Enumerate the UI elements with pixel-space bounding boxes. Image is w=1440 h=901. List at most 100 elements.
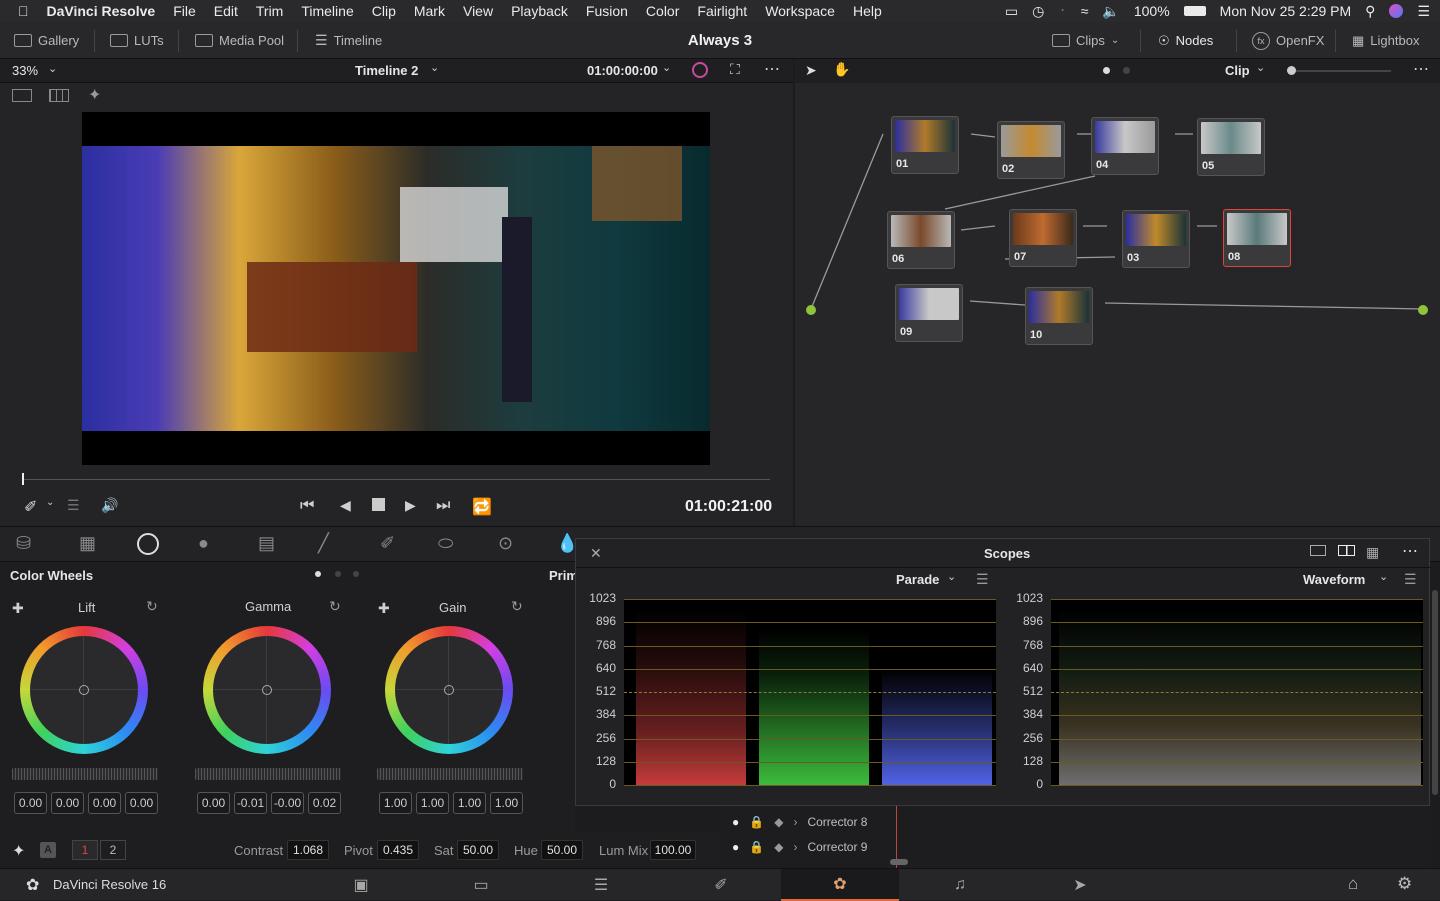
timeline-name[interactable]: Timeline 2 xyxy=(355,63,418,78)
node-05[interactable]: 05 xyxy=(1197,118,1265,176)
notification-center-icon[interactable]: ☰ xyxy=(1417,3,1430,20)
node-04[interactable]: 04 xyxy=(1091,117,1159,175)
lift-b-value[interactable]: 0.00 xyxy=(125,792,158,814)
expand-icon[interactable]: › xyxy=(793,840,797,854)
lummix-field[interactable]: 100.00 xyxy=(650,840,696,860)
video-frame[interactable] xyxy=(82,112,710,465)
battery-icon[interactable] xyxy=(1183,6,1206,16)
apple-icon[interactable]:  xyxy=(0,3,38,19)
settings-gear-icon[interactable]: ⚙ xyxy=(1397,874,1412,894)
stop-icon[interactable] xyxy=(372,498,385,511)
close-icon[interactable]: ✕ xyxy=(590,545,602,562)
expand-icon[interactable]: › xyxy=(793,815,797,829)
gain-y-value[interactable]: 1.00 xyxy=(379,792,412,814)
zoom-level[interactable]: 33% xyxy=(12,63,38,78)
nodes-button[interactable]: ☉ Nodes xyxy=(1158,22,1213,59)
fusion-page-icon[interactable]: ✐ xyxy=(662,869,780,901)
single-view-icon[interactable] xyxy=(12,89,32,102)
auto-icon[interactable]: A xyxy=(40,842,56,858)
gain-g-value[interactable]: 1.00 xyxy=(453,792,486,814)
color-wheels-icon[interactable] xyxy=(137,533,159,555)
split-view-icon[interactable] xyxy=(49,89,69,102)
motion-effects-icon[interactable]: ▤ xyxy=(258,533,275,554)
menu-app-name[interactable]: DaVinci Resolve xyxy=(38,3,165,19)
more-options-icon[interactable]: ⋯ xyxy=(764,59,780,79)
menu-fusion[interactable]: Fusion xyxy=(577,3,637,19)
clock[interactable]: Mon Nov 25 2:29 PM xyxy=(1220,3,1352,19)
lift-master-slider[interactable] xyxy=(12,768,158,780)
node-08-selected[interactable]: 08 xyxy=(1223,209,1291,267)
scrubber-bar[interactable] xyxy=(22,479,770,480)
eyedropper-chevron-icon[interactable]: ⌄ xyxy=(46,497,54,508)
media-pool-button[interactable]: Media Pool xyxy=(195,22,284,59)
node-07[interactable]: 07 xyxy=(1009,209,1077,267)
sat-field[interactable]: 50.00 xyxy=(457,840,499,860)
menu-trim[interactable]: Trim xyxy=(247,3,292,19)
speaker-icon[interactable]: 🔊 xyxy=(101,497,118,514)
menu-mark[interactable]: Mark xyxy=(405,3,454,19)
gain-b-value[interactable]: 1.00 xyxy=(490,792,523,814)
gamma-y-value[interactable]: 0.00 xyxy=(197,792,230,814)
siri-icon[interactable] xyxy=(1389,4,1404,18)
lift-y-value[interactable]: 0.00 xyxy=(14,792,47,814)
menu-color[interactable]: Color xyxy=(637,3,688,19)
right-scope-mode[interactable]: Waveform xyxy=(1303,572,1365,587)
bluetooth-icon[interactable]: ᛫ xyxy=(1058,3,1066,19)
play-icon[interactable]: ▶ xyxy=(405,497,416,514)
gamma-b-value[interactable]: 0.02 xyxy=(308,792,341,814)
gain-master-slider[interactable] xyxy=(377,768,523,780)
menu-clip[interactable]: Clip xyxy=(363,3,405,19)
lock-icon[interactable]: 🔒 xyxy=(749,815,764,829)
timecode-in[interactable]: 01:00:00:00 xyxy=(587,63,658,78)
node-01[interactable]: 01 xyxy=(891,116,959,174)
openfx-button[interactable]: fx OpenFX xyxy=(1252,22,1324,59)
curves-icon[interactable]: ╱ xyxy=(318,533,329,554)
node-03[interactable]: 03 xyxy=(1122,210,1190,268)
gain-reset-icon[interactable]: ↻ xyxy=(511,598,523,615)
node-09[interactable]: 09 xyxy=(895,284,963,342)
gamma-master-slider[interactable] xyxy=(195,768,341,780)
visibility-icon[interactable]: ● xyxy=(732,815,739,829)
tracker-icon[interactable]: ⊙ xyxy=(498,533,513,554)
timeline-chevron-icon[interactable]: ⌄ xyxy=(430,61,439,74)
params-page-2[interactable]: 2 xyxy=(100,840,126,860)
fairlight-page-icon[interactable]: ♫ xyxy=(901,869,1019,901)
window-icon[interactable]: ⬭ xyxy=(438,533,453,554)
timecode-chevron-icon[interactable]: ⌄ xyxy=(662,61,671,74)
node-06[interactable]: 06 xyxy=(887,211,955,269)
gamma-r-value[interactable]: -0.01 xyxy=(234,792,267,814)
qualifier-icon[interactable]: ✐ xyxy=(380,533,395,554)
left-scope-settings-icon[interactable]: ☰ xyxy=(976,571,989,588)
color-page-icon[interactable]: ✿ xyxy=(781,869,899,901)
fullscreen-icon[interactable]: ⛶ xyxy=(730,61,740,78)
right-mode-chevron-icon[interactable]: ⌄ xyxy=(1379,570,1388,583)
cut-page-icon[interactable]: ▭ xyxy=(422,869,540,901)
time-machine-icon[interactable]: ◷ xyxy=(1032,3,1044,20)
visibility-icon[interactable]: ● xyxy=(732,840,739,854)
luts-button[interactable]: LUTs xyxy=(110,22,164,59)
edit-page-icon[interactable]: ☰ xyxy=(542,869,660,901)
gamma-wheel[interactable] xyxy=(203,626,331,754)
lift-g-value[interactable]: 0.00 xyxy=(88,792,121,814)
right-scope-settings-icon[interactable]: ☰ xyxy=(1404,571,1417,588)
camera-raw-icon[interactable]: ⛁ xyxy=(16,533,31,554)
keyframe-scrollbar[interactable] xyxy=(890,859,908,865)
home-icon[interactable]: ⌂ xyxy=(1348,874,1358,894)
scopes-more-icon[interactable]: ⋯ xyxy=(1402,541,1418,561)
keyframe-icon[interactable]: ◆ xyxy=(774,840,783,854)
skip-to-end-icon[interactable]: ⏭ xyxy=(436,497,450,515)
wheels-page-dot[interactable] xyxy=(353,571,359,577)
play-reverse-icon[interactable]: ◀ xyxy=(340,497,351,514)
single-scope-icon[interactable] xyxy=(1310,545,1326,556)
airplay-icon[interactable]: ▭ xyxy=(1005,3,1018,20)
media-page-icon[interactable]: ▣ xyxy=(302,869,420,901)
keyframe-icon[interactable]: ◆ xyxy=(774,815,783,829)
playhead[interactable] xyxy=(22,473,24,485)
gamma-reset-icon[interactable]: ↻ xyxy=(329,598,341,615)
clips-button[interactable]: Clips ⌄ xyxy=(1052,22,1119,59)
lift-r-value[interactable]: 0.00 xyxy=(51,792,84,814)
auto-balance-icon[interactable]: ✦ xyxy=(12,841,25,861)
lightbox-button[interactable]: ▦ Lightbox xyxy=(1352,22,1419,59)
pivot-field[interactable]: 0.435 xyxy=(377,840,419,860)
lift-reset-icon[interactable]: ↻ xyxy=(146,598,158,615)
